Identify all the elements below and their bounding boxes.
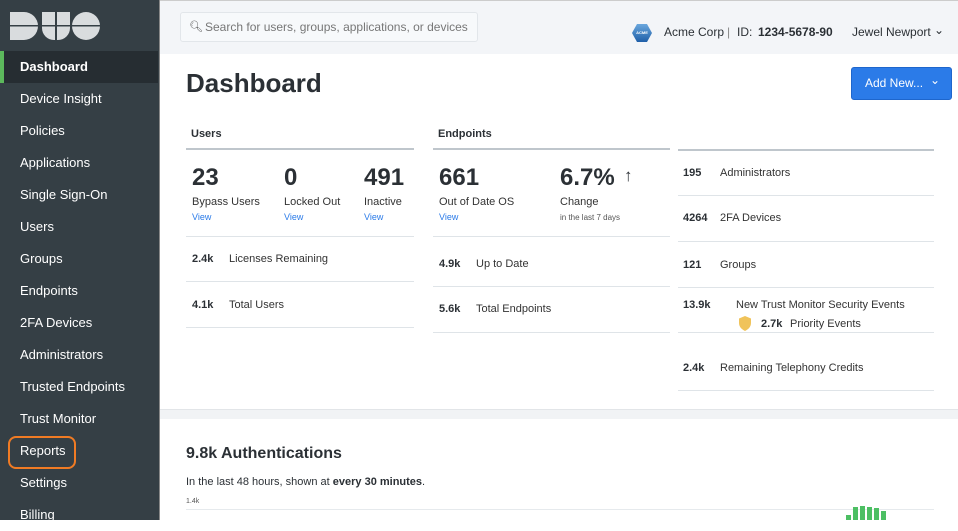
chart-bar — [874, 508, 879, 520]
sidebar-item-settings[interactable]: Settings — [0, 467, 158, 499]
chart-gridline — [186, 509, 934, 510]
inactive-count: 491 — [364, 164, 405, 191]
chart-bar — [846, 515, 851, 520]
sidebar-item-administrators[interactable]: Administrators — [0, 339, 158, 371]
total-users-label: Total Users — [229, 299, 285, 311]
change-period: in the last 7 days — [560, 213, 621, 222]
trust-monitor-events-label[interactable]: New Trust Monitor Security Events — [736, 299, 905, 311]
shield-icon — [739, 316, 751, 331]
sidebar-item-single-sign-on[interactable]: Single Sign-On — [0, 179, 158, 211]
page-title: Dashboard — [186, 68, 322, 98]
search-placeholder: Search for users, groups, applications, … — [205, 20, 468, 34]
sidebar-item-policies[interactable]: Policies — [0, 115, 158, 147]
user-menu[interactable]: Jewel Newport — [852, 25, 931, 39]
chevron-down-icon[interactable]: ⌄ — [934, 23, 944, 37]
bypass-users-view-link[interactable]: View — [192, 212, 211, 222]
sidebar-item-users[interactable]: Users — [0, 211, 158, 243]
sidebar-item-groups[interactable]: Groups — [0, 243, 158, 275]
change-percent: 6.7% — [560, 164, 615, 191]
endpoints-header: Endpoints — [438, 128, 492, 140]
subtitle-suffix: . — [422, 476, 426, 488]
priority-events-label: Priority Events — [790, 318, 861, 330]
total-endpoints-value: 5.6k — [439, 303, 461, 315]
sidebar-item-2fa-devices[interactable]: 2FA Devices — [0, 307, 158, 339]
out-of-date-os-count: 661 — [439, 164, 480, 191]
locked-out-count: 0 — [284, 164, 298, 191]
add-new-button[interactable]: Add New... ⌄ — [851, 67, 952, 100]
chevron-down-icon: ⌄ — [930, 73, 941, 87]
sidebar-item-endpoints[interactable]: Endpoints — [0, 275, 158, 307]
subtitle-interval: every 30 minutes — [332, 476, 423, 488]
2fa-devices-value: 4264 — [683, 212, 708, 224]
id-label: ID: — [737, 25, 753, 39]
groups-value: 121 — [683, 259, 702, 271]
add-new-label: Add New... — [865, 76, 924, 90]
chart-bar — [853, 507, 858, 520]
locked-out-view-link[interactable]: View — [284, 212, 303, 222]
telephony-credits-label: Remaining Telephony Credits — [720, 362, 864, 374]
change-label: Change — [560, 196, 599, 208]
chart-bar — [881, 511, 886, 520]
sidebar: Dashboard Device Insight Policies Applic… — [0, 0, 160, 522]
total-users-value: 4.1k — [192, 299, 214, 311]
org-logo: ACME — [632, 24, 652, 42]
telephony-credits-value: 2.4k — [683, 362, 705, 374]
locked-out-label: Locked Out — [284, 196, 341, 208]
duo-logo — [10, 12, 100, 40]
users-header: Users — [191, 128, 222, 140]
inactive-view-link[interactable]: View — [364, 212, 383, 222]
authentications-subtitle: In the last 48 hours, shown at every 30 … — [186, 476, 425, 488]
licenses-remaining-value: 2.4k — [192, 253, 214, 265]
2fa-devices-label: 2FA Devices — [720, 212, 782, 224]
up-to-date-value: 4.9k — [439, 258, 461, 270]
account-id: 1234-5678-90 — [758, 25, 833, 39]
sidebar-item-trust-monitor[interactable]: Trust Monitor — [0, 403, 158, 435]
top-bar: 🔍︎ Search for users, groups, application… — [160, 0, 958, 54]
administrators-label: Administrators — [720, 167, 791, 179]
chart-bar — [860, 506, 865, 520]
chart-bar — [867, 507, 872, 520]
groups-label: Groups — [720, 259, 757, 271]
sidebar-item-applications[interactable]: Applications — [0, 147, 158, 179]
total-endpoints-label: Total Endpoints — [476, 303, 552, 315]
sidebar-item-dashboard[interactable]: Dashboard — [0, 51, 158, 83]
y-axis-max-label: 1.4k — [186, 498, 200, 505]
up-to-date-label: Up to Date — [476, 258, 529, 270]
subtitle-prefix: In the last 48 hours, shown at — [186, 476, 333, 488]
sidebar-item-billing[interactable]: Billing — [0, 499, 158, 531]
auth-chart-bars — [846, 500, 896, 520]
separator: | — [727, 25, 731, 39]
org-name: Acme Corp — [664, 25, 725, 39]
administrators-value: 195 — [683, 167, 702, 179]
authentications-title: 9.8k Authentications — [186, 445, 342, 462]
section-divider — [160, 409, 958, 419]
bypass-users-label: Bypass Users — [192, 196, 260, 208]
arrow-up-icon: ↑ — [624, 166, 633, 185]
search-icon: 🔍︎ — [189, 21, 203, 33]
reports-highlight — [8, 436, 76, 469]
out-of-date-os-view-link[interactable]: View — [439, 212, 458, 222]
inactive-label: Inactive — [364, 196, 402, 208]
priority-events-value: 2.7k — [761, 318, 783, 330]
trust-monitor-events-value: 13.9k — [683, 299, 711, 311]
sidebar-item-device-insight[interactable]: Device Insight — [0, 83, 158, 115]
sidebar-item-trusted-endpoints[interactable]: Trusted Endpoints — [0, 371, 158, 403]
licenses-remaining-label: Licenses Remaining — [229, 253, 329, 265]
bypass-users-count: 23 — [192, 164, 219, 191]
out-of-date-os-label: Out of Date OS — [439, 196, 515, 208]
search-input[interactable]: 🔍︎ Search for users, groups, application… — [180, 12, 478, 42]
